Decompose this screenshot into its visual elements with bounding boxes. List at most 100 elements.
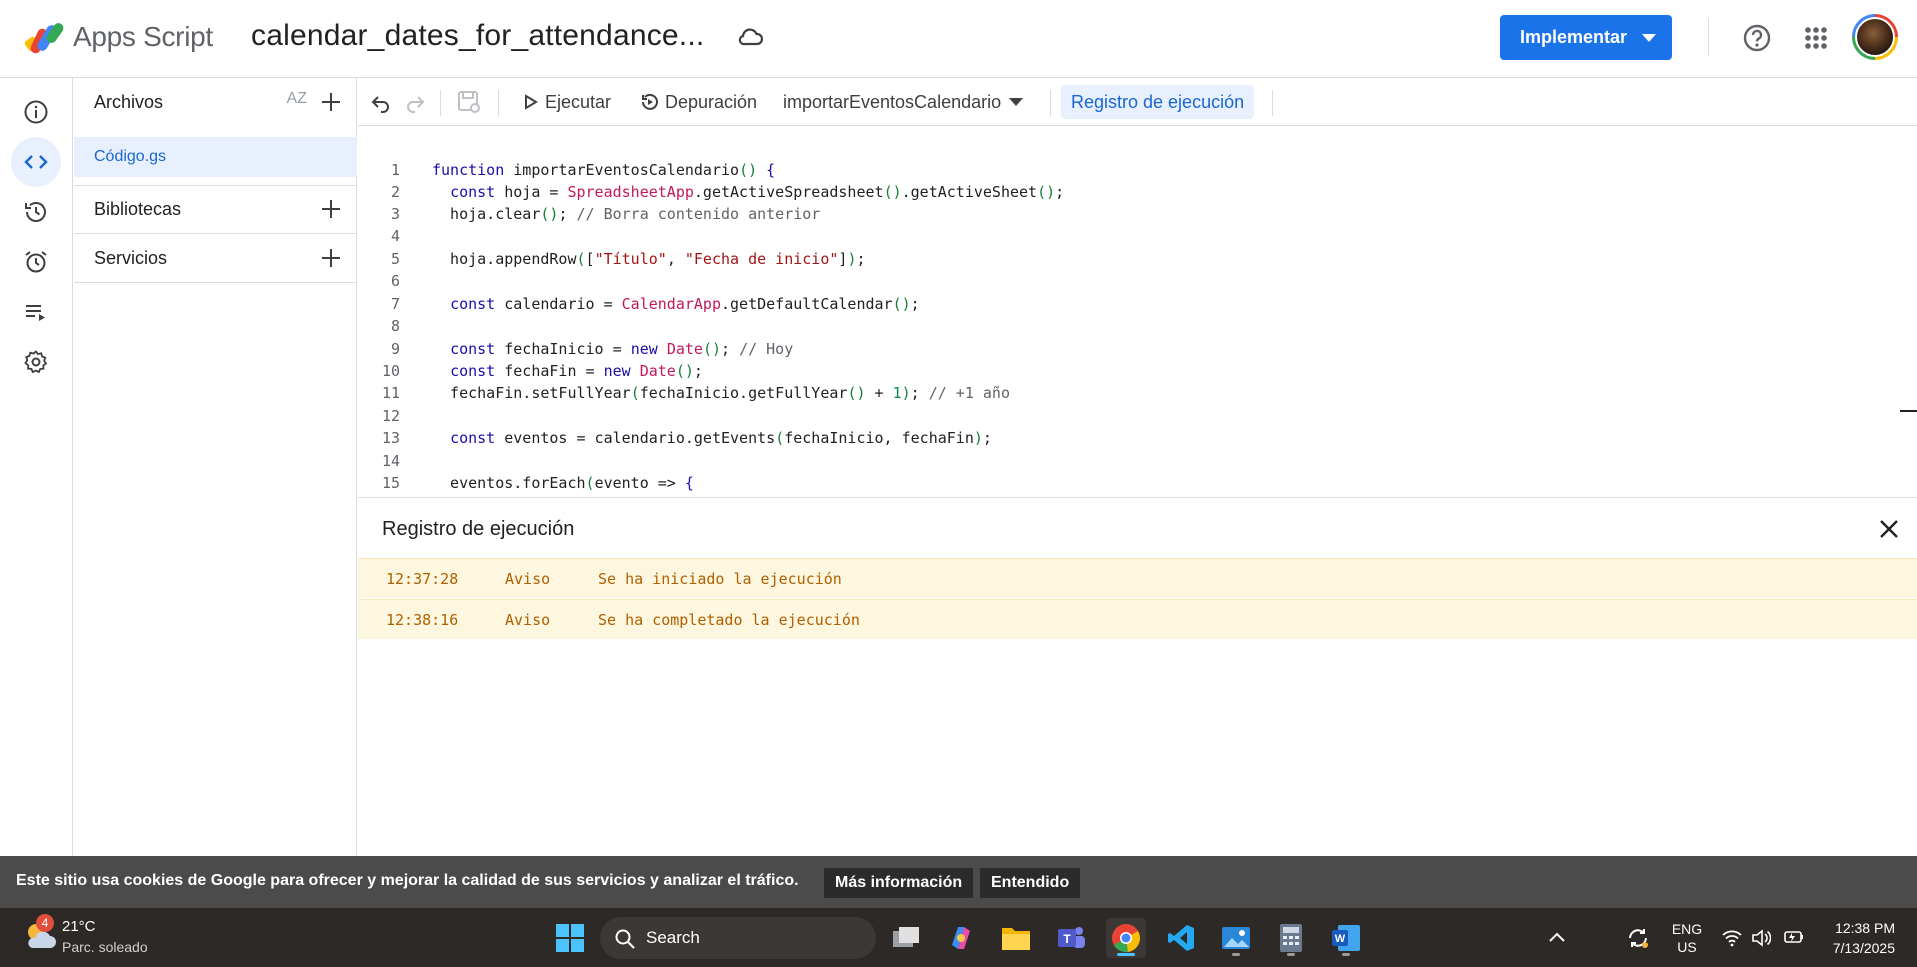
copilot-icon[interactable] bbox=[941, 918, 981, 958]
code-line: 10 const fechaFin = new Date(); bbox=[358, 360, 1898, 382]
search-label: Search bbox=[646, 928, 700, 947]
language-indicator[interactable]: ENG US bbox=[1670, 920, 1704, 956]
log-row: 12:37:28 Aviso Se ha iniciado la ejecuci… bbox=[358, 558, 1917, 598]
nav-rail bbox=[0, 78, 73, 856]
lang-line1: ENG bbox=[1671, 921, 1703, 937]
code-editor[interactable]: 1 function importarEventosCalendario() { … bbox=[358, 127, 1917, 497]
task-view-icon[interactable] bbox=[886, 918, 926, 958]
log-time: 12:38:16 bbox=[386, 610, 459, 629]
photos-icon[interactable] bbox=[1216, 918, 1256, 958]
log-level: Aviso bbox=[505, 569, 551, 588]
wifi-icon[interactable] bbox=[1722, 929, 1742, 947]
file-item-codigo[interactable]: Código.gs bbox=[74, 137, 357, 177]
top-bar: Apps Script calendar_dates_for_attendanc… bbox=[0, 0, 1917, 76]
weather-badge: 4 bbox=[36, 914, 54, 932]
more-info-button[interactable]: Más información bbox=[824, 868, 974, 898]
vscode-icon[interactable] bbox=[1161, 918, 1201, 958]
volume-icon[interactable] bbox=[1751, 928, 1771, 948]
sort-az-icon[interactable]: AZ bbox=[287, 90, 307, 108]
line-number: 1 bbox=[390, 161, 400, 179]
close-icon[interactable] bbox=[1876, 516, 1902, 542]
line-number: 11 bbox=[381, 384, 400, 402]
rail-overview[interactable] bbox=[11, 87, 61, 137]
weather-desc: Parc. soleado bbox=[62, 939, 148, 955]
plus-icon[interactable] bbox=[319, 246, 343, 270]
svg-text:T: T bbox=[1063, 932, 1071, 946]
windows-taskbar: 4 21°C Parc. soleado Search T W ENG US 1… bbox=[0, 908, 1917, 967]
windows-icon bbox=[556, 924, 584, 952]
start-button[interactable] bbox=[550, 918, 590, 958]
deploy-button[interactable]: Implementar bbox=[1500, 15, 1672, 60]
line-number: 2 bbox=[390, 183, 400, 201]
brand-name: Apps Script bbox=[73, 21, 213, 52]
code-line: 15 eventos.forEach(evento => { bbox=[358, 472, 1898, 494]
editor-toolbar: Ejecutar Depuración importarEventosCalen… bbox=[358, 78, 1917, 126]
file-explorer-icon[interactable] bbox=[996, 918, 1036, 958]
rail-settings[interactable] bbox=[11, 337, 61, 387]
line-number: 3 bbox=[390, 205, 400, 223]
execution-log-toggle[interactable]: Registro de ejecución bbox=[1061, 85, 1255, 119]
alarm-icon bbox=[25, 251, 47, 273]
chevron-up-icon[interactable] bbox=[1548, 930, 1566, 944]
running-indicator bbox=[1342, 953, 1350, 956]
taskbar-search[interactable]: Search bbox=[600, 917, 876, 959]
run-button[interactable]: Ejecutar bbox=[524, 87, 611, 117]
teams-icon[interactable]: T bbox=[1051, 918, 1091, 958]
project-title[interactable]: calendar_dates_for_attendance... bbox=[251, 19, 704, 53]
line-number: 13 bbox=[381, 429, 400, 447]
line-number: 8 bbox=[390, 317, 400, 335]
chrome-icon[interactable] bbox=[1106, 918, 1146, 958]
files-header: Archivos bbox=[94, 91, 164, 112]
scrollbar-marker[interactable] bbox=[1900, 410, 1917, 412]
libraries-header: Bibliotecas bbox=[94, 198, 182, 219]
code-line: 8 bbox=[358, 315, 1898, 337]
run-button-label: Ejecutar bbox=[545, 91, 612, 112]
line-number: 15 bbox=[381, 474, 400, 492]
function-select-value: importarEventosCalendario bbox=[783, 91, 1002, 112]
divider bbox=[1272, 90, 1273, 116]
system-clock[interactable]: 12:38 PM 7/13/2025 bbox=[1833, 918, 1895, 958]
redo-icon[interactable] bbox=[404, 87, 426, 117]
help-icon[interactable] bbox=[1741, 22, 1773, 54]
apps-grid-icon[interactable] bbox=[1800, 22, 1832, 54]
running-indicator bbox=[1232, 953, 1240, 956]
line-number: 4 bbox=[390, 227, 400, 245]
undo-icon[interactable] bbox=[370, 87, 392, 117]
history-icon bbox=[25, 202, 46, 222]
debug-icon bbox=[642, 93, 658, 110]
battery-icon[interactable] bbox=[1782, 929, 1804, 945]
log-time: 12:37:28 bbox=[386, 569, 459, 588]
code-line: 7 const calendario = CalendarApp.getDefa… bbox=[358, 293, 1898, 315]
code-line: 6 bbox=[358, 270, 1898, 292]
deploy-button-label: Implementar bbox=[1520, 27, 1628, 47]
plus-icon[interactable] bbox=[319, 197, 343, 221]
execution-log-panel: Registro de ejecución 12:37:28 Aviso Se … bbox=[358, 497, 1917, 856]
cookie-text: Este sitio usa cookies de Google para of… bbox=[16, 872, 799, 889]
rail-history[interactable] bbox=[11, 187, 61, 237]
line-number: 7 bbox=[390, 295, 400, 313]
accept-cookies-button[interactable]: Entendido bbox=[980, 868, 1081, 898]
word-icon[interactable]: W bbox=[1326, 918, 1366, 958]
code-line: 13 const eventos = calendario.getEvents(… bbox=[358, 427, 1898, 449]
save-icon[interactable] bbox=[456, 87, 482, 117]
cookie-banner: Este sitio usa cookies de Google para of… bbox=[0, 856, 1917, 908]
function-select[interactable]: importarEventosCalendario bbox=[783, 87, 1024, 117]
rail-triggers[interactable] bbox=[11, 237, 61, 287]
calculator-icon[interactable] bbox=[1271, 918, 1311, 958]
debug-button[interactable]: Depuración bbox=[640, 87, 757, 117]
line-number: 6 bbox=[390, 272, 400, 290]
rail-executions[interactable] bbox=[11, 287, 61, 337]
services-header: Servicios bbox=[94, 247, 168, 268]
sync-icon[interactable] bbox=[1626, 926, 1650, 950]
line-number: 10 bbox=[381, 362, 400, 380]
file-name: Código.gs bbox=[94, 148, 167, 165]
avatar[interactable] bbox=[1852, 14, 1898, 60]
code-line: 4 bbox=[358, 225, 1898, 247]
plus-icon[interactable] bbox=[319, 90, 343, 114]
divider bbox=[1708, 18, 1709, 56]
log-level: Aviso bbox=[505, 610, 551, 629]
apps-script-logo[interactable] bbox=[24, 20, 66, 58]
code-line: 3 hoja.clear(); // Borra contenido anter… bbox=[358, 203, 1898, 225]
rail-editor[interactable] bbox=[11, 137, 61, 187]
log-message: Se ha completado la ejecución bbox=[598, 610, 860, 629]
